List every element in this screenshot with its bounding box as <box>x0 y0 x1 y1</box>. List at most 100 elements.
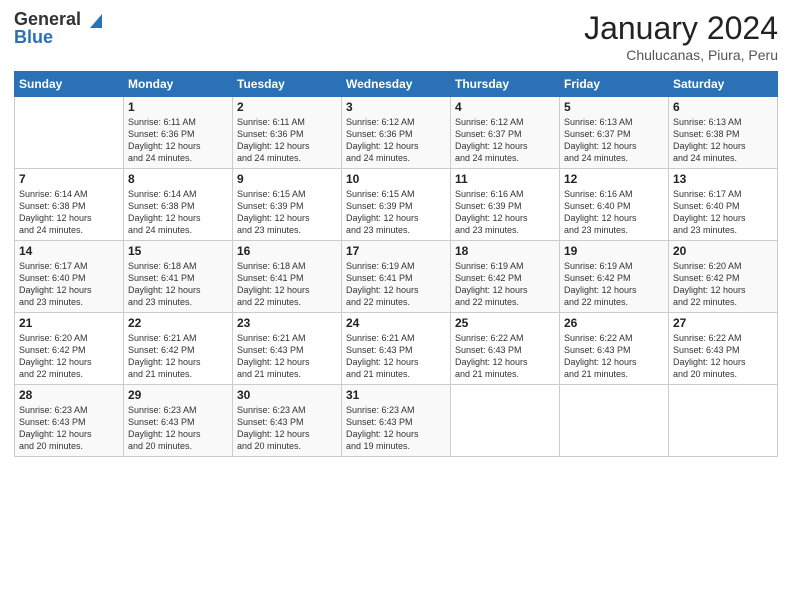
header: General Blue January 2024 Chulucanas, Pi… <box>14 10 778 63</box>
day-info: Sunrise: 6:13 AM Sunset: 6:38 PM Dayligh… <box>673 117 746 163</box>
day-number: 3 <box>346 100 446 114</box>
day-info: Sunrise: 6:15 AM Sunset: 6:39 PM Dayligh… <box>346 189 419 235</box>
day-info: Sunrise: 6:14 AM Sunset: 6:38 PM Dayligh… <box>19 189 92 235</box>
day-number: 31 <box>346 388 446 402</box>
location-subtitle: Chulucanas, Piura, Peru <box>584 47 778 63</box>
day-info: Sunrise: 6:18 AM Sunset: 6:41 PM Dayligh… <box>128 261 201 307</box>
day-number: 16 <box>237 244 337 258</box>
week-row-1: 1 Sunrise: 6:11 AM Sunset: 6:36 PM Daylig… <box>15 97 778 169</box>
day-cell: 28Sunrise: 6:23 AM Sunset: 6:43 PM Dayli… <box>15 385 124 457</box>
day-number: 27 <box>673 316 773 330</box>
col-header-monday: Monday <box>124 72 233 97</box>
day-info: Sunrise: 6:22 AM Sunset: 6:43 PM Dayligh… <box>455 333 528 379</box>
day-number: 1 <box>128 100 228 114</box>
day-cell: 24Sunrise: 6:21 AM Sunset: 6:43 PM Dayli… <box>342 313 451 385</box>
day-cell: 3 Sunrise: 6:12 AM Sunset: 6:36 PM Daylig… <box>342 97 451 169</box>
day-cell: 6 Sunrise: 6:13 AM Sunset: 6:38 PM Daylig… <box>669 97 778 169</box>
day-cell: 15 Sunrise: 6:18 AM Sunset: 6:41 PM Dayli… <box>124 241 233 313</box>
day-cell: 8 Sunrise: 6:14 AM Sunset: 6:38 PM Daylig… <box>124 169 233 241</box>
day-info: Sunrise: 6:13 AM Sunset: 6:37 PM Dayligh… <box>564 117 637 163</box>
day-info: Sunrise: 6:23 AM Sunset: 6:43 PM Dayligh… <box>128 405 201 451</box>
calendar-table: SundayMondayTuesdayWednesdayThursdayFrid… <box>14 71 778 457</box>
day-number: 23 <box>237 316 337 330</box>
day-info: Sunrise: 6:22 AM Sunset: 6:43 PM Dayligh… <box>673 333 746 379</box>
day-info: Sunrise: 6:22 AM Sunset: 6:43 PM Dayligh… <box>564 333 637 379</box>
day-cell: 19 Sunrise: 6:19 AM Sunset: 6:42 PM Dayli… <box>560 241 669 313</box>
logo: General Blue <box>14 10 102 48</box>
day-number: 22 <box>128 316 228 330</box>
col-header-sunday: Sunday <box>15 72 124 97</box>
week-row-5: 28Sunrise: 6:23 AM Sunset: 6:43 PM Dayli… <box>15 385 778 457</box>
col-header-friday: Friday <box>560 72 669 97</box>
day-info: Sunrise: 6:18 AM Sunset: 6:41 PM Dayligh… <box>237 261 310 307</box>
day-cell: 9Sunrise: 6:15 AM Sunset: 6:39 PM Daylig… <box>233 169 342 241</box>
day-number: 26 <box>564 316 664 330</box>
day-cell: 5Sunrise: 6:13 AM Sunset: 6:37 PM Daylig… <box>560 97 669 169</box>
month-title: January 2024 <box>584 10 778 47</box>
day-info: Sunrise: 6:16 AM Sunset: 6:39 PM Dayligh… <box>455 189 528 235</box>
day-cell: 31 Sunrise: 6:23 AM Sunset: 6:43 PM Dayli… <box>342 385 451 457</box>
day-info: Sunrise: 6:12 AM Sunset: 6:36 PM Dayligh… <box>346 117 419 163</box>
header-row: SundayMondayTuesdayWednesdayThursdayFrid… <box>15 72 778 97</box>
day-info: Sunrise: 6:23 AM Sunset: 6:43 PM Dayligh… <box>346 405 419 451</box>
day-number: 6 <box>673 100 773 114</box>
day-number: 20 <box>673 244 773 258</box>
day-number: 13 <box>673 172 773 186</box>
day-info: Sunrise: 6:19 AM Sunset: 6:41 PM Dayligh… <box>346 261 419 307</box>
day-number: 12 <box>564 172 664 186</box>
col-header-saturday: Saturday <box>669 72 778 97</box>
day-number: 10 <box>346 172 446 186</box>
day-info: Sunrise: 6:11 AM Sunset: 6:36 PM Dayligh… <box>237 117 310 163</box>
day-info: Sunrise: 6:14 AM Sunset: 6:38 PM Dayligh… <box>128 189 201 235</box>
page-container: General Blue January 2024 Chulucanas, Pi… <box>0 0 792 467</box>
col-header-wednesday: Wednesday <box>342 72 451 97</box>
day-number: 29 <box>128 388 228 402</box>
day-info: Sunrise: 6:20 AM Sunset: 6:42 PM Dayligh… <box>19 333 92 379</box>
day-cell <box>560 385 669 457</box>
day-number: 11 <box>455 172 555 186</box>
day-number: 9 <box>237 172 337 186</box>
day-cell: 30 Sunrise: 6:23 AM Sunset: 6:43 PM Dayli… <box>233 385 342 457</box>
day-cell: 22 Sunrise: 6:21 AM Sunset: 6:42 PM Dayli… <box>124 313 233 385</box>
day-number: 15 <box>128 244 228 258</box>
day-number: 30 <box>237 388 337 402</box>
day-number: 4 <box>455 100 555 114</box>
day-cell <box>451 385 560 457</box>
day-cell: 20 Sunrise: 6:20 AM Sunset: 6:42 PM Dayli… <box>669 241 778 313</box>
day-info: Sunrise: 6:16 AM Sunset: 6:40 PM Dayligh… <box>564 189 637 235</box>
day-info: Sunrise: 6:23 AM Sunset: 6:43 PM Dayligh… <box>237 405 310 451</box>
logo-icon <box>84 10 102 28</box>
day-cell: 27 Sunrise: 6:22 AM Sunset: 6:43 PM Dayli… <box>669 313 778 385</box>
day-cell: 2Sunrise: 6:11 AM Sunset: 6:36 PM Daylig… <box>233 97 342 169</box>
day-number: 21 <box>19 316 119 330</box>
day-cell: 10 Sunrise: 6:15 AM Sunset: 6:39 PM Dayli… <box>342 169 451 241</box>
day-cell: 21 Sunrise: 6:20 AM Sunset: 6:42 PM Dayli… <box>15 313 124 385</box>
col-header-thursday: Thursday <box>451 72 560 97</box>
day-cell <box>15 97 124 169</box>
day-cell: 12 Sunrise: 6:16 AM Sunset: 6:40 PM Dayli… <box>560 169 669 241</box>
day-number: 18 <box>455 244 555 258</box>
day-info: Sunrise: 6:19 AM Sunset: 6:42 PM Dayligh… <box>564 261 637 307</box>
logo-blue-text: Blue <box>14 28 102 48</box>
day-cell: 1 Sunrise: 6:11 AM Sunset: 6:36 PM Daylig… <box>124 97 233 169</box>
day-cell <box>669 385 778 457</box>
day-cell: 4Sunrise: 6:12 AM Sunset: 6:37 PM Daylig… <box>451 97 560 169</box>
day-info: Sunrise: 6:20 AM Sunset: 6:42 PM Dayligh… <box>673 261 746 307</box>
week-row-4: 21 Sunrise: 6:20 AM Sunset: 6:42 PM Dayli… <box>15 313 778 385</box>
title-block: January 2024 Chulucanas, Piura, Peru <box>584 10 778 63</box>
day-info: Sunrise: 6:23 AM Sunset: 6:43 PM Dayligh… <box>19 405 92 451</box>
day-number: 19 <box>564 244 664 258</box>
col-header-tuesday: Tuesday <box>233 72 342 97</box>
day-info: Sunrise: 6:17 AM Sunset: 6:40 PM Dayligh… <box>673 189 746 235</box>
day-number: 8 <box>128 172 228 186</box>
day-info: Sunrise: 6:21 AM Sunset: 6:42 PM Dayligh… <box>128 333 201 379</box>
day-cell: 17Sunrise: 6:19 AM Sunset: 6:41 PM Dayli… <box>342 241 451 313</box>
day-cell: 18 Sunrise: 6:19 AM Sunset: 6:42 PM Dayli… <box>451 241 560 313</box>
day-cell: 11 Sunrise: 6:16 AM Sunset: 6:39 PM Dayli… <box>451 169 560 241</box>
day-info: Sunrise: 6:19 AM Sunset: 6:42 PM Dayligh… <box>455 261 528 307</box>
day-cell: 16 Sunrise: 6:18 AM Sunset: 6:41 PM Dayli… <box>233 241 342 313</box>
day-cell: 29 Sunrise: 6:23 AM Sunset: 6:43 PM Dayli… <box>124 385 233 457</box>
day-cell: 23Sunrise: 6:21 AM Sunset: 6:43 PM Dayli… <box>233 313 342 385</box>
day-number: 7 <box>19 172 119 186</box>
day-info: Sunrise: 6:11 AM Sunset: 6:36 PM Dayligh… <box>128 117 201 163</box>
